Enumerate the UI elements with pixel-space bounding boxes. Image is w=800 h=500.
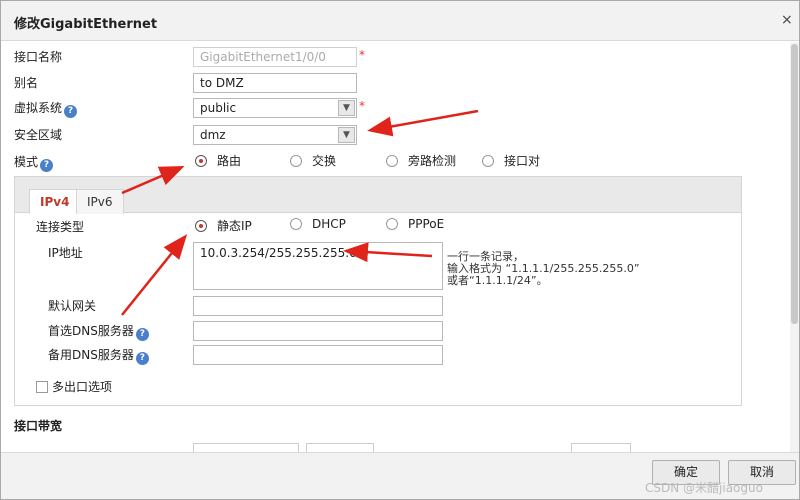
scrollbar-thumb[interactable] xyxy=(791,44,798,324)
security-zone-select[interactable]: dmz ▼ xyxy=(193,125,357,145)
mode-label: 模式? xyxy=(14,153,54,172)
close-icon[interactable]: × xyxy=(781,12,793,28)
alias-input[interactable]: to DMZ xyxy=(193,73,357,93)
default-gateway-label: 默认网关 xyxy=(48,299,97,313)
interface-name-field: GigabitEthernet1/0/0 xyxy=(193,47,357,67)
bandwidth-unit-partial[interactable] xyxy=(306,443,374,452)
virtual-system-label: 虚拟系统? xyxy=(14,99,78,118)
mode-option-label: 旁路检测 xyxy=(408,154,457,168)
ip-address-textarea[interactable]: 10.0.3.254/255.255.255.0 xyxy=(193,242,443,290)
radio-icon xyxy=(290,218,302,230)
connection-type-label: 连接类型 xyxy=(36,220,85,234)
watermark: CSDN @米醋jiaoguo xyxy=(645,481,763,495)
checkbox-icon xyxy=(36,381,48,393)
bandwidth-input-partial[interactable] xyxy=(193,443,299,452)
conn-option-label: PPPoE xyxy=(408,217,445,231)
multi-egress-checkbox[interactable]: 多出口选项 xyxy=(36,378,112,395)
radio-icon xyxy=(386,218,398,230)
chevron-down-icon[interactable]: ▼ xyxy=(338,127,355,143)
conn-radio-static[interactable]: 静态IP xyxy=(195,217,252,234)
ip-address-hint: 一行一条记录， 输入格式为 “1.1.1.1/255.255.255.0” 或者… xyxy=(447,251,640,287)
mode-option-label: 接口对 xyxy=(504,154,541,168)
virtual-system-label-text: 虚拟系统 xyxy=(14,101,63,115)
mode-option-label: 交换 xyxy=(312,154,337,168)
conn-option-label: DHCP xyxy=(312,217,346,231)
mode-radio-interface-pair[interactable]: 接口对 xyxy=(482,152,540,169)
security-zone-label: 安全区域 xyxy=(14,128,63,142)
required-mark: * xyxy=(359,48,365,62)
ip-tab-bar: IPv4 IPv6 xyxy=(15,177,741,214)
tab-ipv4[interactable]: IPv4 xyxy=(29,189,81,214)
help-icon[interactable]: ? xyxy=(135,328,149,341)
dialog-scrollbar[interactable] xyxy=(790,42,799,452)
conn-radio-dhcp[interactable]: DHCP xyxy=(290,217,346,231)
help-icon[interactable]: ? xyxy=(40,159,54,172)
radio-icon xyxy=(482,155,494,167)
secondary-dns-input[interactable] xyxy=(193,345,443,365)
virtual-system-select[interactable]: public ▼ xyxy=(193,98,357,118)
radio-selected-icon xyxy=(195,220,207,232)
ip-address-label: IP地址 xyxy=(48,246,83,260)
multi-egress-label: 多出口选项 xyxy=(52,380,113,394)
hint-line: 或者“1.1.1.1/24”。 xyxy=(447,274,548,287)
interface-name-label: 接口名称 xyxy=(14,50,63,64)
default-gateway-input[interactable] xyxy=(193,296,443,316)
security-zone-value: dmz xyxy=(200,128,226,142)
help-icon[interactable]: ? xyxy=(135,352,149,365)
bandwidth-section-title: 接口带宽 xyxy=(14,419,63,433)
mode-radio-switch[interactable]: 交换 xyxy=(290,152,336,169)
secondary-dns-label-text: 备用DNS服务器 xyxy=(48,348,134,362)
secondary-dns-label: 备用DNS服务器? xyxy=(48,346,149,365)
conn-option-label: 静态IP xyxy=(217,219,252,233)
alias-label: 别名 xyxy=(14,76,39,90)
dialog-title: 修改GigabitEthernet xyxy=(14,17,158,32)
conn-radio-pppoe[interactable]: PPPoE xyxy=(386,217,444,231)
required-mark: * xyxy=(359,99,365,113)
tab-ipv6[interactable]: IPv6 xyxy=(76,189,124,214)
radio-selected-icon xyxy=(195,155,207,167)
dialog-title-bar: 修改GigabitEthernet × xyxy=(1,1,799,41)
mode-label-text: 模式 xyxy=(14,155,39,169)
mode-option-label: 路由 xyxy=(217,154,242,168)
chevron-down-icon[interactable]: ▼ xyxy=(338,100,355,116)
primary-dns-input[interactable] xyxy=(193,321,443,341)
primary-dns-label: 首选DNS服务器? xyxy=(48,322,149,341)
radio-icon xyxy=(290,155,302,167)
bandwidth-input-partial-2[interactable] xyxy=(571,443,631,452)
help-icon[interactable]: ? xyxy=(64,105,78,118)
mode-radio-route[interactable]: 路由 xyxy=(195,152,241,169)
virtual-system-value: public xyxy=(200,101,237,115)
radio-icon xyxy=(386,155,398,167)
edit-interface-dialog: 修改GigabitEthernet × 接口名称 GigabitEthernet… xyxy=(0,0,800,500)
primary-dns-label-text: 首选DNS服务器 xyxy=(48,324,134,338)
ip-config-panel: IPv4 IPv6 xyxy=(14,176,742,406)
mode-radio-bypass[interactable]: 旁路检测 xyxy=(386,152,456,169)
